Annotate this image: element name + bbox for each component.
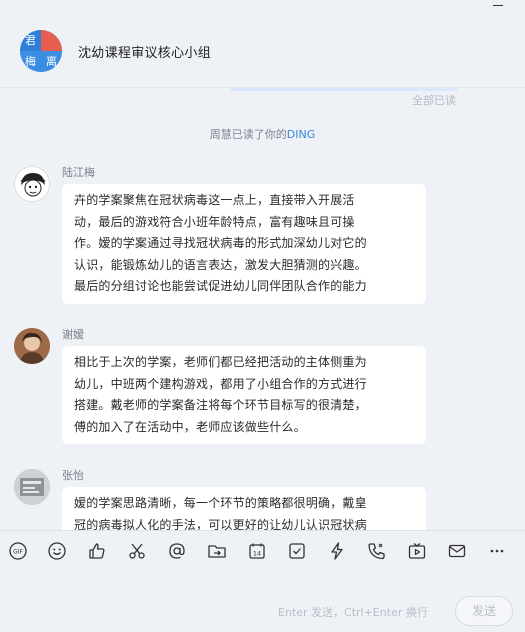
title-bar [0,0,525,14]
minimize-button[interactable] [493,5,503,6]
at-icon[interactable] [167,541,187,561]
emoji-icon[interactable] [47,541,67,561]
call-icon[interactable] [367,541,387,561]
sender-name[interactable]: 谢嫒 [62,326,84,342]
group-avatar[interactable]: 君 梅 离 [20,30,62,72]
gif-label: GIF [13,549,23,556]
message-list[interactable]: 全部已读 周慧已读了你的DING 陆江梅 卉的学案聚焦在冠状病毒这一点上，直接带… [0,88,525,530]
task-check-icon[interactable] [287,541,307,561]
message-line: 傅的加入了在活动中，老师应该做些什么。 [74,419,306,434]
scissors-icon[interactable] [127,541,147,561]
svg-text:14: 14 [253,550,261,558]
chat-header: 君 梅 离 沈幼课程审议核心小组 [0,14,525,88]
message-line: 冠的病毒拟人化的手法，可以更好的让幼儿认识冠状病 [74,517,367,531]
message-line: 幼儿，中班两个建构游戏，都用了小组合作的方式进行 [74,376,367,391]
gif-icon[interactable]: GIF [8,541,28,561]
sender-name[interactable]: 张怡 [62,467,84,483]
sender-name[interactable]: 陆江梅 [62,164,95,180]
compose-toolbar: GIF 14 [0,530,525,572]
message-line: 认识，能锻炼幼儿的语言表达，激发大胆猜测的兴趣。 [74,257,367,272]
sender-avatar[interactable] [14,328,50,364]
mail-icon[interactable] [447,541,467,561]
system-message-text: 周慧已读了你的 [209,128,287,141]
ding-link[interactable]: DING [287,128,315,141]
all-read-status[interactable]: 全部已读 [412,92,456,108]
send-button[interactable]: 发送 [455,596,513,626]
ding-icon[interactable] [327,541,347,561]
message-line: 最后的分组讨论也能尝试促进幼儿同伴团队合作的能力 [74,279,367,293]
folder-share-icon[interactable] [207,541,227,561]
sender-avatar[interactable] [14,166,50,202]
photo-avatar-icon [14,328,50,364]
message-input[interactable]: Enter 发送，Ctrl+Enter 换行 发送 [0,572,525,632]
message-bubble[interactable]: 相比于上次的学案，老师们都已经把活动的主体侧重为 幼儿，中班两个建构游戏，都用了… [62,346,426,444]
live-icon[interactable] [407,541,427,561]
message-line: 搭建。戴老师的学案备注将每个环节目标写的很清楚， [74,398,367,412]
group-avatar-char-decor [41,30,62,51]
calendar-icon[interactable]: 14 [247,541,267,561]
message-line: 动，最后的游戏符合小班年龄特点，富有趣味且可操 [74,214,355,229]
group-avatar-char: 离 [41,51,62,72]
message-bubble[interactable]: 嫒的学案思路清晰，每一个环节的策略都很明确，戴皇 冠的病毒拟人化的手法，可以更好… [62,487,426,530]
cartoon-avatar-icon [16,168,49,201]
chat-window: 君 梅 离 沈幼课程审议核心小组 全部已读 周慧已读了你的DING 陆江梅 卉的… [0,0,525,632]
message-bubble[interactable]: 卉的学案聚焦在冠状病毒这一点上，直接带入开展活 动，最后的游戏符合小班年龄特点，… [62,184,426,304]
input-hint: Enter 发送，Ctrl+Enter 换行 [278,606,428,619]
thumbs-up-icon[interactable] [87,541,107,561]
group-avatar-char: 君 [20,30,41,51]
group-title[interactable]: 沈幼课程审议核心小组 [78,42,211,61]
photo-avatar-icon [14,469,50,505]
more-icon[interactable] [487,541,507,561]
system-message: 周慧已读了你的DING [0,126,525,142]
previous-message-bubble [230,88,458,91]
message-line: 嫒的学案思路清晰，每一个环节的策略都很明确，戴皇 [74,496,367,510]
message-line: 作。嫒的学案通过寻找冠状病毒的形式加深幼儿对它的 [74,236,367,250]
sender-avatar[interactable] [14,469,50,505]
group-avatar-char: 梅 [20,51,41,72]
message-line: 卉的学案聚焦在冠状病毒这一点上，直接带入开展活 [74,193,355,207]
message-line: 相比于上次的学案，老师们都已经把活动的主体侧重为 [74,355,367,369]
